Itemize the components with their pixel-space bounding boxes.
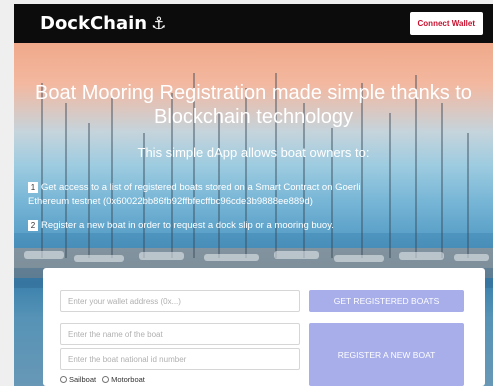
register-new-boat-button[interactable]: REGISTER A NEW BOAT bbox=[309, 323, 464, 386]
anchor-icon: ⚓ bbox=[151, 13, 167, 34]
brand-logo[interactable]: DockChain ⚓ bbox=[40, 13, 166, 34]
feature-text: Get access to a list of registered boats… bbox=[28, 182, 361, 207]
motorboat-label: Motorboat bbox=[111, 375, 145, 384]
navbar: DockChain ⚓ Connect Wallet bbox=[14, 4, 493, 43]
feature-item: 1 Get access to a list of registered boat… bbox=[28, 181, 378, 209]
boat-type-radio-group: Sailboat Motorboat bbox=[60, 375, 145, 384]
motorboat-radio[interactable]: Motorboat bbox=[102, 375, 145, 384]
get-registered-boats-button[interactable]: GET REGISTERED BOATS bbox=[309, 290, 464, 312]
feature-number: 2 bbox=[28, 219, 38, 231]
feature-text: Register a new boat in order to request … bbox=[41, 220, 334, 231]
feature-number: 1 bbox=[28, 181, 38, 193]
brand-name: DockChain bbox=[40, 13, 148, 34]
connect-wallet-button[interactable]: Connect Wallet bbox=[409, 12, 483, 35]
wallet-address-input[interactable] bbox=[60, 290, 300, 312]
boat-name-input[interactable] bbox=[60, 323, 300, 345]
registration-card: GET REGISTERED BOATS REGISTER A NEW BOAT… bbox=[43, 268, 485, 386]
hero-subtitle: This simple dApp allows boat owners to: bbox=[137, 145, 370, 160]
radio-icon[interactable] bbox=[102, 376, 110, 383]
boat-id-input[interactable] bbox=[60, 348, 300, 370]
feature-item: 2 Register a new boat in order to request… bbox=[28, 219, 378, 233]
sailboat-radio[interactable]: Sailboat bbox=[60, 375, 96, 384]
hero-title: Boat Mooring Registration made simple th… bbox=[35, 82, 472, 128]
radio-icon[interactable] bbox=[60, 376, 67, 383]
sailboat-label: Sailboat bbox=[69, 375, 97, 384]
